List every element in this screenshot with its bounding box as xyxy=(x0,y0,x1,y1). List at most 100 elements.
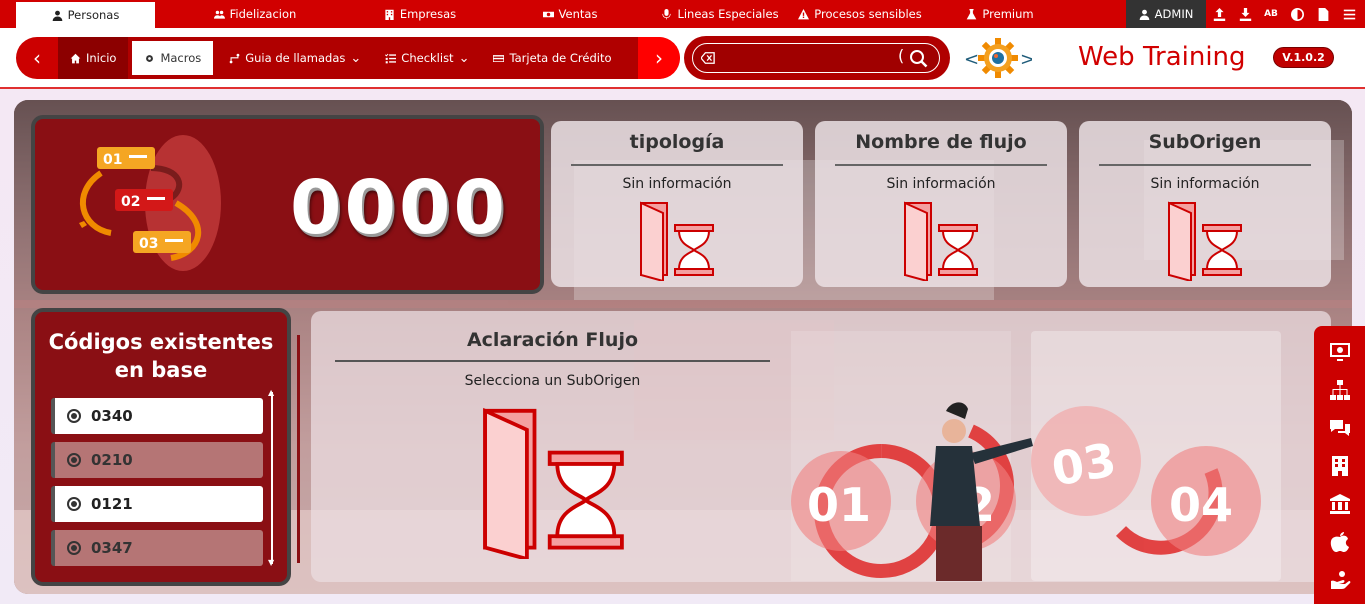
scrollbar-track xyxy=(271,392,273,564)
tab-label: Personas xyxy=(67,8,120,22)
spellcheck-icon[interactable]: AB xyxy=(1258,0,1284,28)
contrast-icon[interactable] xyxy=(1284,0,1310,28)
tab-ventas[interactable]: Ventas xyxy=(485,1,655,27)
clear-search-icon[interactable] xyxy=(701,51,715,65)
logo-icon: < > xyxy=(964,38,1032,78)
search-box: ( xyxy=(692,43,940,73)
tab-procesos-sensibles[interactable]: Procesos sensibles xyxy=(785,1,935,27)
codes-card: Códigos existentes en base 0340 0210 012… xyxy=(31,308,291,586)
info-card-tipologia: tipología Sin información xyxy=(551,121,803,287)
steps-illustration: 01 02 03 04 xyxy=(791,331,1281,581)
nav-label: Guia de llamadas xyxy=(245,51,346,65)
nav-guia-de-llamadas[interactable]: Guia de llamadas ⌄ xyxy=(217,37,373,79)
hand-icon[interactable] xyxy=(1328,568,1352,592)
svg-text:>: > xyxy=(1020,49,1032,70)
door-hourglass-icon xyxy=(640,201,714,281)
search-icon[interactable] xyxy=(909,49,929,69)
nav-tarjeta-de-credito[interactable]: Tarjeta de Crédito xyxy=(481,37,623,79)
building-icon xyxy=(385,9,394,20)
info-card-suborigen: SubOrigen Sin información xyxy=(1079,121,1331,287)
card-title: Nombre de flujo xyxy=(855,131,1027,153)
door-hourglass-icon xyxy=(904,201,978,281)
tab-fidelizacion[interactable]: Fidelizacion xyxy=(155,1,355,27)
code-value: 0340 xyxy=(91,407,133,425)
card-value: Sin información xyxy=(886,176,996,192)
tab-personas[interactable]: Personas xyxy=(16,2,155,28)
home-icon xyxy=(70,53,81,63)
flask-icon xyxy=(967,8,977,19)
door-hourglass-icon xyxy=(483,407,624,559)
building-icon[interactable] xyxy=(1328,454,1352,478)
warning-icon xyxy=(798,8,810,19)
search-input[interactable] xyxy=(721,48,891,68)
radio-icon xyxy=(67,453,81,467)
tab-premium[interactable]: Premium xyxy=(935,1,1065,27)
code-item[interactable]: 0121 xyxy=(51,486,263,522)
nav-label: Macros xyxy=(160,51,202,65)
org-chart-icon[interactable] xyxy=(1328,378,1352,402)
card-value: Sin información xyxy=(1150,176,1260,192)
step-label: 04 xyxy=(1169,478,1233,532)
download-icon[interactable] xyxy=(1232,0,1258,28)
person-icon xyxy=(52,10,62,21)
user-icon xyxy=(1139,9,1149,20)
upload-icon[interactable] xyxy=(1206,0,1232,28)
paren-icon: ( xyxy=(898,46,905,65)
codes-list: 0340 0210 0121 0347 xyxy=(51,398,263,570)
route-icon xyxy=(229,53,240,63)
scroll-left-button[interactable]: ‹ xyxy=(16,37,58,79)
right-sidebar xyxy=(1314,326,1365,604)
credit-card-icon xyxy=(493,54,505,62)
tab-label: Fidelizacion xyxy=(229,7,297,21)
chevron-left-icon: ‹ xyxy=(33,46,41,70)
door-hourglass-icon xyxy=(1168,201,1242,281)
top-nav-menu: Personas Fidelizacion Empresas Ventas Li… xyxy=(16,0,1065,28)
microphone-icon xyxy=(662,8,672,19)
scroll-right-button[interactable]: › xyxy=(638,37,680,79)
nav-checklist[interactable]: Checklist ⌄ xyxy=(373,37,481,79)
chevron-down-icon: ⌄ xyxy=(458,50,470,66)
apple-icon[interactable] xyxy=(1328,530,1352,554)
app-title: Web Training xyxy=(1078,42,1246,72)
codes-scrollbar[interactable]: ▲ ▼ xyxy=(268,388,276,567)
nav-label: Checklist xyxy=(401,51,454,65)
step-label: 03 xyxy=(139,236,158,252)
chat-icon[interactable] xyxy=(1328,416,1352,440)
divider xyxy=(1099,164,1311,166)
card-title: SubOrigen xyxy=(1148,131,1262,153)
search-bar: ( xyxy=(684,36,950,80)
code-item[interactable]: 0210 xyxy=(51,442,263,478)
radio-icon xyxy=(67,497,81,511)
tab-lineas-especiales[interactable]: Lineas Especiales xyxy=(655,1,785,27)
step-label: 03 xyxy=(1048,432,1120,496)
numbered-steps-illustration: 01 02 03 xyxy=(79,135,221,271)
monitor-icon[interactable] xyxy=(1328,340,1352,364)
secondary-menu: Inicio Macros Guia de llamadas ⌄ Checkli… xyxy=(58,37,638,79)
bank-icon[interactable] xyxy=(1328,492,1352,516)
user-menu[interactable]: ADMIN xyxy=(1126,0,1206,28)
chevron-down-icon: ⌄ xyxy=(350,50,362,66)
chevron-right-icon: › xyxy=(655,46,663,70)
toolbar: AB xyxy=(1206,0,1362,28)
step-label: 01 xyxy=(807,478,871,532)
code-value: 0121 xyxy=(91,495,133,513)
document-icon[interactable] xyxy=(1310,0,1336,28)
card-value: Sin información xyxy=(622,176,732,192)
code-value: 0347 xyxy=(91,539,133,557)
card-title: tipología xyxy=(629,131,725,153)
nav-macros[interactable]: Macros xyxy=(132,41,214,75)
code-value: 0210 xyxy=(91,451,133,469)
nav-inicio[interactable]: Inicio xyxy=(58,37,129,79)
svg-text:<: < xyxy=(964,49,979,70)
menu-icon[interactable] xyxy=(1336,0,1362,28)
aclaracion-subtitle: Selecciona un SubOrigen xyxy=(464,373,641,389)
nav-label: Tarjeta de Crédito xyxy=(509,51,612,65)
scroll-down-icon[interactable]: ▼ xyxy=(268,558,274,567)
tab-empresas[interactable]: Empresas xyxy=(355,1,485,27)
divider xyxy=(335,360,770,362)
secondary-nav-pill: ‹ Inicio Macros Guia de llamadas ⌄ Check… xyxy=(16,37,680,79)
scroll-up-icon[interactable]: ▲ xyxy=(268,388,274,397)
step-label: 02 xyxy=(121,194,140,210)
code-item[interactable]: 0347 xyxy=(51,530,263,566)
code-item[interactable]: 0340 xyxy=(51,398,263,434)
